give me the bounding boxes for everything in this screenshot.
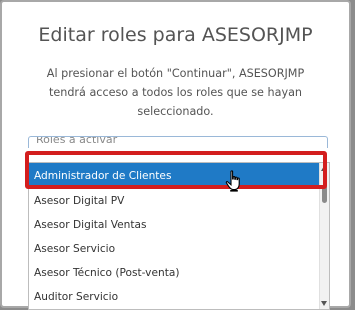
edit-roles-dialog: Editar roles para ASESORJMP Al presionar… <box>0 0 351 310</box>
roles-field-label: Roles a activar <box>36 136 118 146</box>
hand-pointer-icon <box>225 170 240 192</box>
role-option-asesor-servicio[interactable]: Asesor Servicio <box>29 237 329 261</box>
scroll-down-arrow-icon[interactable] <box>321 301 327 306</box>
selection-highlight-annotation <box>25 151 327 189</box>
role-option-asesor-digital-ventas[interactable]: Asesor Digital Ventas <box>29 213 329 237</box>
role-option-asesor-digital-pv[interactable]: Asesor Digital PV <box>29 189 329 213</box>
roles-field[interactable]: Roles a activar <box>28 136 328 148</box>
dialog-description: Al presionar el botón "Continuar", ASESO… <box>46 67 305 118</box>
role-option-auditor-servicio[interactable]: Auditor Servicio <box>29 285 329 309</box>
role-option-asesor-tecnico[interactable]: Asesor Técnico (Post-venta) <box>29 261 329 285</box>
dialog-title: Editar roles para ASESORJMP <box>38 24 313 46</box>
